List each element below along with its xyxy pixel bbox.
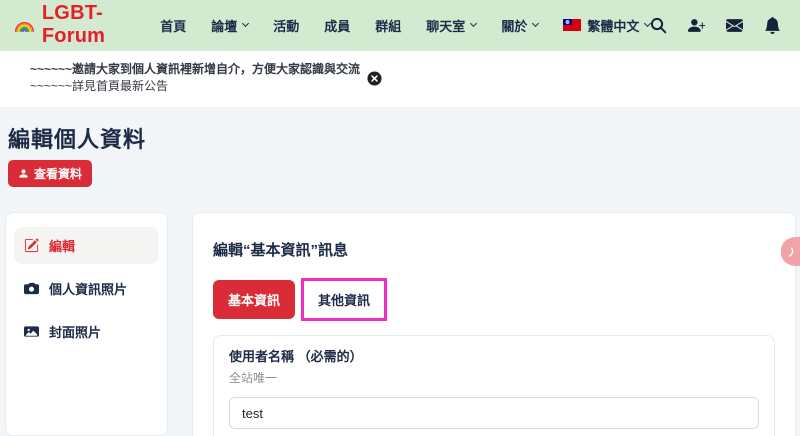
edit-icon (24, 238, 39, 253)
close-icon (367, 71, 382, 86)
sidebar-item-edit[interactable]: 編輯 (14, 227, 159, 264)
top-navbar: LGBT-Forum 首頁 論壇 活動 成員 群組 聊天室 關於 (0, 0, 800, 50)
username-field-group: 使用者名稱 （必需的） 全站唯一 公開 (213, 335, 775, 436)
nav-item-about[interactable]: 關於 (501, 16, 538, 35)
page-title: 編輯個人資料 (8, 127, 800, 153)
brand-title: LGBT-Forum (42, 2, 118, 48)
page-head: 編輯個人資料 查看資料 (0, 107, 800, 187)
section-heading: 編輯“基本資訊”訊息 (213, 239, 775, 260)
username-label: 使用者名稱 （必需的） (229, 346, 759, 365)
brand-link[interactable]: LGBT-Forum (14, 2, 118, 48)
chevron-down-icon (532, 20, 539, 27)
chevron-down-icon (470, 20, 477, 27)
profile-tabs: 基本資訊 其他資訊 (213, 278, 775, 321)
edit-profile-panel: 編輯“基本資訊”訊息 基本資訊 其他資訊 使用者名稱 （必需的） 全站唯一 公開 (192, 212, 796, 436)
view-profile-button[interactable]: 查看資料 (8, 160, 92, 187)
username-input[interactable] (229, 397, 759, 429)
nav-item-forum[interactable]: 論壇 (211, 16, 248, 35)
theme-brush-icon (786, 245, 798, 259)
username-hint: 全站唯一 (229, 369, 759, 386)
nav-item-chat[interactable]: 聊天室 (426, 16, 476, 35)
main-nav: 首頁 論壇 活動 成員 群組 聊天室 關於 繁體中文 (160, 16, 650, 35)
search-button[interactable] (650, 17, 667, 34)
search-icon (650, 17, 667, 34)
page-root: LGBT-Forum 首頁 論壇 活動 成員 群組 聊天室 關於 (0, 0, 800, 436)
sidebar-item-cover-photo[interactable]: 封面照片 (14, 313, 159, 350)
sidebar-item-label: 個人資訊照片 (49, 279, 127, 298)
sidebar-item-label: 封面照片 (49, 322, 101, 341)
announcement-line1: ~~~~~~邀請大家到個人資訊裡新增自介，方便大家認識與交流 (30, 61, 360, 78)
announcement-bar: ~~~~~~邀請大家到個人資訊裡新增自介，方便大家認識與交流 ~~~~~~詳見首… (0, 50, 800, 107)
nav-item-home[interactable]: 首頁 (160, 16, 186, 35)
tab-other-info[interactable]: 其他資訊 (305, 282, 383, 317)
cover-image-icon (24, 324, 39, 339)
tab-base-info[interactable]: 基本資訊 (213, 280, 295, 319)
notifications-icon (764, 17, 781, 34)
messages-icon (726, 17, 743, 34)
announcement-text: ~~~~~~邀請大家到個人資訊裡新增自介，方便大家認識與交流 ~~~~~~詳見首… (30, 61, 360, 95)
floating-theme-button[interactable] (781, 237, 800, 266)
notifications-button[interactable] (764, 17, 781, 34)
sidebar-item-label: 編輯 (49, 236, 75, 255)
navbar-actions: 大明 (650, 6, 800, 44)
nav-item-members[interactable]: 成員 (324, 16, 350, 35)
add-member-button[interactable] (688, 17, 705, 34)
taiwan-flag-icon (563, 19, 581, 31)
announcement-close-button[interactable] (367, 71, 382, 86)
language-selector[interactable]: 繁體中文 (563, 16, 650, 35)
content-area: 編輯 個人資訊照片 封面照片 編輯“基本資訊”訊息 基本資訊 (5, 212, 796, 436)
nav-item-groups[interactable]: 群組 (375, 16, 401, 35)
messages-button[interactable] (726, 17, 743, 34)
sidebar-item-profile-photo[interactable]: 個人資訊照片 (14, 270, 159, 307)
rainbow-logo-icon (14, 14, 35, 36)
announcement-line2: ~~~~~~詳見首頁最新公告 (30, 78, 360, 95)
annotation-highlight-box: 其他資訊 (301, 278, 387, 321)
chevron-down-icon (242, 20, 249, 27)
nav-item-events[interactable]: 活動 (273, 16, 299, 35)
person-icon (18, 168, 29, 179)
camera-icon (24, 281, 39, 296)
add-member-icon (688, 17, 705, 34)
profile-sidebar: 編輯 個人資訊照片 封面照片 (5, 212, 168, 436)
